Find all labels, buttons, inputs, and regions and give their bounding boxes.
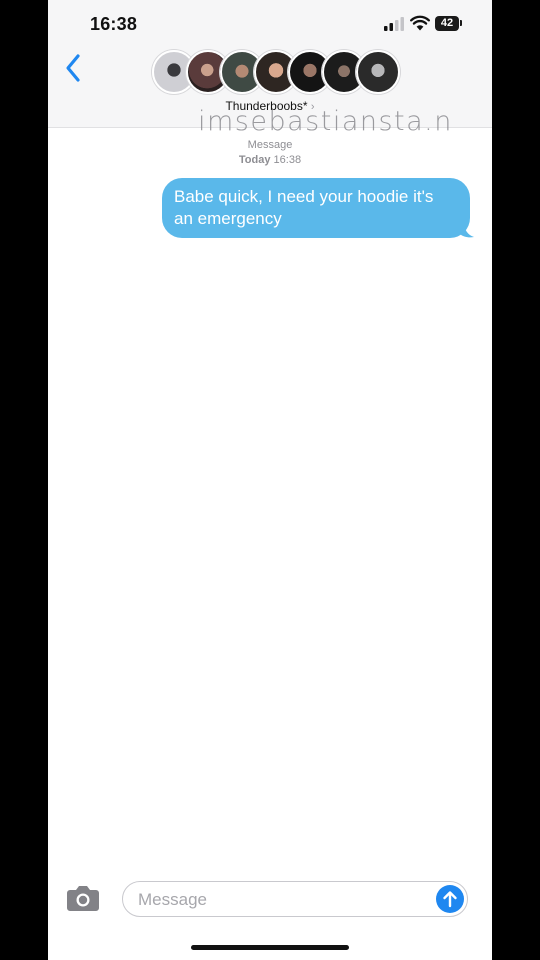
battery-icon: 42 xyxy=(435,16,459,31)
bubble-tail xyxy=(460,222,474,238)
watermark: imsebastiansta.n xyxy=(198,106,453,137)
message-input-placeholder: Message xyxy=(138,890,207,909)
arrow-up-icon xyxy=(443,891,457,908)
messages-screen: 16:38 42 Thunderboobs* › imsebastiansta.… xyxy=(48,0,492,960)
status-time: 16:38 xyxy=(90,14,138,34)
signal-icon xyxy=(384,17,404,31)
battery-nub xyxy=(460,20,462,26)
timestamp-time: 16:38 xyxy=(273,154,302,166)
chevron-left-icon[interactable] xyxy=(62,52,84,84)
outgoing-message-bubble[interactable]: Babe quick, I need your hoodie it's an e… xyxy=(162,178,470,238)
service-label: Message xyxy=(247,139,293,151)
timestamp: Today 16:38 xyxy=(48,154,492,166)
group-avatars[interactable] xyxy=(152,50,402,94)
message-text-line: an emergency xyxy=(174,209,282,228)
camera-icon[interactable] xyxy=(66,884,100,912)
send-button[interactable] xyxy=(436,885,464,913)
avatar xyxy=(356,50,400,94)
timestamp-date: Today xyxy=(238,154,271,166)
wifi-icon xyxy=(410,15,430,31)
message-text-line: Babe quick, I need your hoodie it's xyxy=(174,187,434,206)
home-indicator[interactable] xyxy=(191,945,349,950)
message-input[interactable]: Message xyxy=(122,881,468,917)
